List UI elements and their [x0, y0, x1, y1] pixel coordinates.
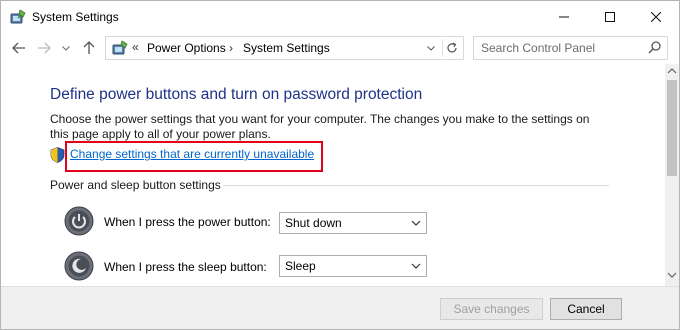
chevron-down-icon: [62, 45, 70, 51]
breadcrumb-overflow[interactable]: «: [132, 40, 139, 54]
power-options-app-icon: [9, 8, 27, 26]
uac-shield-icon: [50, 147, 65, 163]
control-panel-icon: [111, 39, 129, 57]
address-bar[interactable]: « Power Options › System Settings: [105, 36, 464, 60]
close-button[interactable]: [633, 1, 679, 32]
arrow-right-icon: [38, 42, 51, 54]
page-title: Define power buttons and turn on passwor…: [50, 86, 423, 103]
footer-bar: Save changes Cancel: [1, 286, 679, 329]
power-button-label: When I press the power button:: [104, 215, 271, 229]
page-description: Choose the power settings that you want …: [50, 112, 590, 141]
highlight-annotation: [65, 141, 323, 172]
power-button-icon: [64, 206, 94, 236]
power-button-action-select[interactable]: Shut down: [279, 212, 427, 234]
up-button[interactable]: [79, 38, 99, 58]
forward-button[interactable]: [34, 38, 54, 58]
refresh-button[interactable]: [442, 39, 460, 57]
vertical-scrollbar[interactable]: [665, 64, 679, 286]
search-icon[interactable]: [647, 40, 663, 56]
chevron-down-icon: [411, 263, 421, 269]
recent-locations-button[interactable]: [59, 38, 73, 58]
window-title: System Settings: [32, 10, 119, 24]
sleep-button-action-value: Sleep: [285, 259, 316, 273]
group-divider: [223, 185, 609, 186]
search-placeholder: Search Control Panel: [481, 41, 596, 55]
sleep-button-label: When I press the sleep button:: [104, 260, 267, 274]
refresh-icon: [446, 42, 457, 53]
group-label: Power and sleep button settings: [50, 178, 221, 192]
scrollbar-thumb[interactable]: [667, 80, 677, 176]
minimize-button[interactable]: [541, 1, 587, 32]
chevron-down-icon: [427, 45, 435, 51]
address-dropdown-button[interactable]: [423, 39, 439, 57]
scroll-down-icon: [667, 272, 677, 278]
scroll-up-icon: [667, 68, 677, 74]
search-input[interactable]: Search Control Panel: [473, 36, 668, 60]
breadcrumb-power-options[interactable]: Power Options: [147, 41, 226, 55]
chevron-down-icon: [411, 220, 421, 226]
power-button-action-value: Shut down: [285, 216, 342, 230]
back-button[interactable]: [9, 38, 29, 58]
sleep-button-action-select[interactable]: Sleep: [279, 255, 427, 277]
cancel-button[interactable]: Cancel: [550, 298, 622, 320]
maximize-button[interactable]: [587, 1, 633, 32]
arrow-left-icon: [12, 42, 25, 54]
breadcrumb-system-settings[interactable]: System Settings: [243, 41, 330, 55]
system-settings-window: System Settings « Power Options › System…: [0, 0, 680, 330]
arrow-up-icon: [83, 41, 95, 54]
breadcrumb-separator[interactable]: ›: [229, 41, 233, 55]
main-content: Define power buttons and turn on passwor…: [1, 64, 665, 286]
navigation-bar: « Power Options › System Settings Search…: [1, 32, 679, 64]
sleep-button-icon: [64, 251, 94, 281]
save-changes-button[interactable]: Save changes: [440, 298, 543, 320]
title-bar: System Settings: [1, 1, 679, 32]
